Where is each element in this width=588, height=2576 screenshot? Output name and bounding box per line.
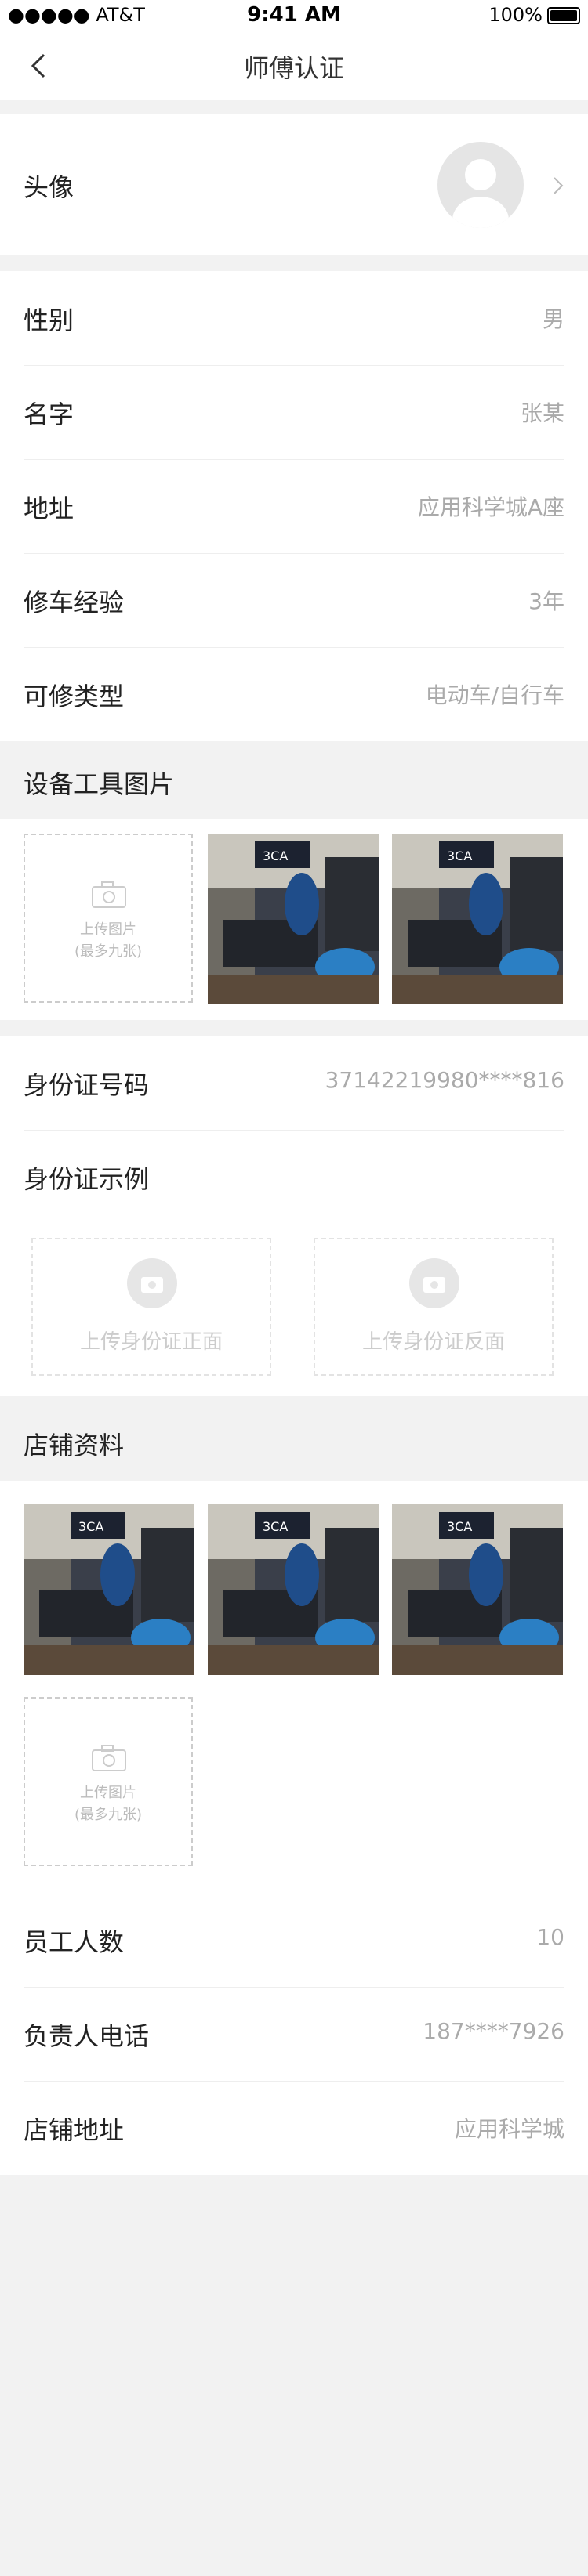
gender-value: 男 [542,306,564,332]
page-title: 师傅认证 [243,53,344,83]
id-card-section: 身份证号码 37142219980****816 身份证示例 上传身份证正面 上… [0,1036,588,1396]
id-number-value: 37142219980****816 [325,1067,564,1093]
name-value: 张某 [520,400,564,426]
manager-phone-row[interactable]: 负责人电话 187****7926 [24,1987,564,2082]
upload-limit: (最多九张) [74,943,143,960]
repair-type-value: 电动车/自行车 [425,682,564,708]
staff-count-row[interactable]: 员工人数 10 [24,1893,564,1988]
id-back-label: 上传身份证反面 [361,1330,505,1354]
repair-type-row[interactable]: 可修类型 电动车/自行车 [24,647,564,741]
id-back-upload[interactable]: 上传身份证反面 [314,1238,554,1376]
svg-text:3CA: 3CA [263,848,288,863]
store-photo[interactable]: 3CA [392,1504,563,1675]
svg-text:3CA: 3CA [263,1519,288,1534]
upload-hint: 上传图片 [80,921,136,938]
upload-hint: 上传图片 [80,1785,136,1801]
battery-icon [547,7,580,24]
store-address-label: 店铺地址 [24,2115,125,2145]
store-address-value: 应用科学城 [454,2116,564,2142]
store-address-row[interactable]: 店铺地址 应用科学城 [24,2081,564,2175]
address-value: 应用科学城A座 [417,494,564,520]
camera-icon [92,1745,126,1771]
store-photo[interactable]: 3CA [208,1504,379,1675]
experience-value: 3年 [528,588,564,614]
avatar-row[interactable]: 头像 [0,114,588,255]
staff-count-value: 10 [536,1924,564,1950]
upload-limit: (最多九张) [74,1807,143,1823]
svg-text:3CA: 3CA [78,1519,103,1534]
manager-phone-label: 负责人电话 [24,2021,150,2051]
name-row[interactable]: 名字 张某 [24,365,564,460]
id-example-label: 身份证示例 [24,1164,150,1194]
store-gallery: 3CA 3CA 3CA 上传图片 (最多九张) 员工人数 10 负责人电话 18… [0,1481,588,2175]
gender-row[interactable]: 性别 男 [24,271,564,366]
user-placeholder-icon [452,159,509,228]
id-front-upload[interactable]: 上传身份证正面 [31,1238,271,1376]
nav-bar: 师傅认证 [0,31,588,100]
store-upload-button[interactable]: 上传图片 (最多九张) [24,1697,193,1866]
svg-text:3CA: 3CA [447,848,472,863]
repair-type-label: 可修类型 [24,682,125,711]
equipment-upload-button[interactable]: 上传图片 (最多九张) [24,834,193,1003]
battery-status: 100% [488,4,580,26]
info-card: 性别 男 名字 张某 地址 应用科学城A座 修车经验 3年 可修类型 电动车/自… [0,271,588,741]
avatar-label: 头像 [24,172,74,202]
shop-photo-image: 3CA [24,1504,194,1675]
equipment-photo[interactable]: 3CA [392,834,563,1004]
store-section-header: 店铺资料 [0,1402,588,1481]
store-photo[interactable]: 3CA [24,1504,194,1675]
equipment-photo[interactable]: 3CA [208,834,379,1004]
shop-photo-image: 3CA [392,1504,563,1675]
chevron-right-icon [554,177,564,194]
camera-icon [92,881,126,908]
svg-text:3CA: 3CA [447,1519,472,1534]
experience-label: 修车经验 [24,588,125,617]
name-label: 名字 [24,400,74,429]
gender-label: 性别 [24,306,74,335]
shop-photo-image: 3CA [208,834,379,1004]
shop-photo-image: 3CA [208,1504,379,1675]
equipment-section-header: 设备工具图片 [0,741,588,819]
equipment-gallery: 上传图片 (最多九张) 3CA 3CA [0,819,588,1020]
id-front-label: 上传身份证正面 [79,1330,223,1354]
status-bar: ●●●●● AT&T 9:41 AM 100% [0,0,588,31]
camera-icon [409,1258,459,1308]
experience-row[interactable]: 修车经验 3年 [24,553,564,648]
avatar[interactable] [437,142,524,228]
equipment-title: 设备工具图片 [24,769,175,799]
staff-count-label: 员工人数 [24,1927,125,1957]
id-number-label: 身份证号码 [24,1070,150,1100]
address-label: 地址 [24,494,74,523]
id-number-row[interactable]: 身份证号码 37142219980****816 [24,1036,564,1131]
store-title: 店铺资料 [24,1431,125,1460]
camera-icon [127,1258,177,1308]
address-row[interactable]: 地址 应用科学城A座 [24,459,564,554]
manager-phone-value: 187****7926 [423,2018,564,2044]
shop-photo-image: 3CA [392,834,563,1004]
